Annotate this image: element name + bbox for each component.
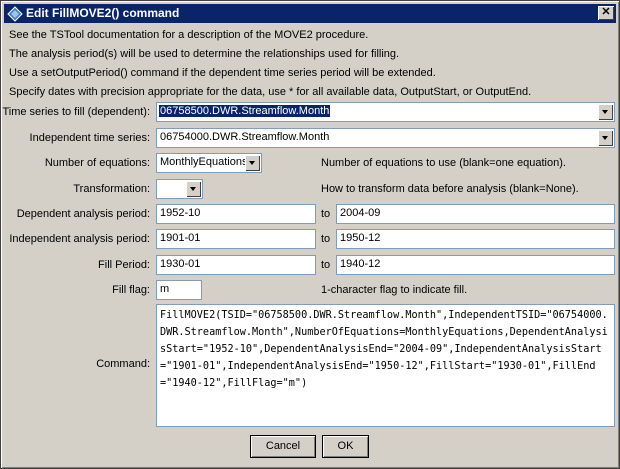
fill-start-input[interactable]: 1930-01 (156, 255, 316, 275)
transformation-select[interactable] (156, 179, 203, 199)
independent-end-input[interactable]: 1950-12 (336, 229, 615, 249)
independent-start-input[interactable]: 1901-01 (156, 229, 316, 249)
transformation-dropdown-button[interactable] (186, 181, 201, 197)
close-button[interactable]: ✕ (598, 6, 614, 20)
fill-period-label: Fill Period: (98, 259, 150, 271)
chevron-down-icon (190, 187, 196, 191)
num-equations-value: MonthlyEquations (160, 156, 248, 168)
num-equations-label: Number of equations: (44, 157, 150, 169)
fill-flag-input[interactable]: m (156, 280, 202, 300)
command-label: Command: (96, 358, 150, 370)
cancel-button[interactable]: Cancel (250, 435, 316, 458)
dependent-end-input[interactable]: 2004-09 (336, 204, 615, 224)
window-title: Edit FillMOVE2() command (26, 6, 180, 20)
independent-to-label: to (321, 233, 331, 245)
chevron-down-icon (602, 136, 608, 140)
independent-ts-label: Independent time series: (29, 132, 150, 144)
dependent-to-label: to (321, 208, 331, 220)
num-equations-description: Number of equations to use (blank=one eq… (321, 157, 566, 169)
transformation-label: Transformation: (73, 183, 150, 195)
ts-fill-value: 06758500.DWR.Streamflow.Month (159, 105, 331, 117)
independent-ts-select[interactable]: 06754000.DWR.Streamflow.Month (156, 128, 615, 148)
transformation-description: How to transform data before analysis (b… (321, 183, 579, 195)
independent-ts-value: 06754000.DWR.Streamflow.Month (160, 131, 330, 143)
ts-fill-dropdown-button[interactable] (598, 104, 613, 120)
num-equations-select[interactable]: MonthlyEquations (156, 153, 262, 173)
note-date-precision: Specify dates with precision appropriate… (9, 86, 532, 98)
command-textarea[interactable]: FillMOVE2(TSID="06758500.DWR.Streamflow.… (156, 304, 615, 427)
title-bar[interactable]: Edit FillMOVE2() command ✕ (4, 4, 616, 23)
ts-fill-label: Time series to fill (dependent): (2, 106, 150, 118)
ok-button[interactable]: OK (322, 435, 369, 458)
chevron-down-icon (249, 161, 255, 165)
note-analysis-period: The analysis period(s) will be used to d… (9, 48, 400, 60)
fill-flag-description: 1-character flag to indicate fill. (321, 284, 468, 296)
dependent-period-label: Dependent analysis period: (16, 208, 150, 220)
ts-fill-select[interactable]: 06758500.DWR.Streamflow.Month (156, 102, 615, 122)
fill-end-input[interactable]: 1940-12 (336, 255, 615, 275)
independent-period-label: Independent analysis period: (9, 233, 150, 245)
note-output-period: Use a setOutputPeriod() command if the d… (9, 67, 436, 79)
dependent-start-input[interactable]: 1952-10 (156, 204, 316, 224)
tstool-app-icon (7, 6, 23, 22)
dialog-window: Edit FillMOVE2() command ✕ See the TSToo… (0, 0, 620, 469)
fill-to-label: to (321, 259, 331, 271)
fill-flag-label: Fill flag: (112, 284, 150, 296)
chevron-down-icon (602, 110, 608, 114)
num-equations-dropdown-button[interactable] (245, 155, 260, 171)
note-description: See the TSTool documentation for a descr… (9, 29, 369, 41)
independent-ts-dropdown-button[interactable] (598, 130, 613, 146)
